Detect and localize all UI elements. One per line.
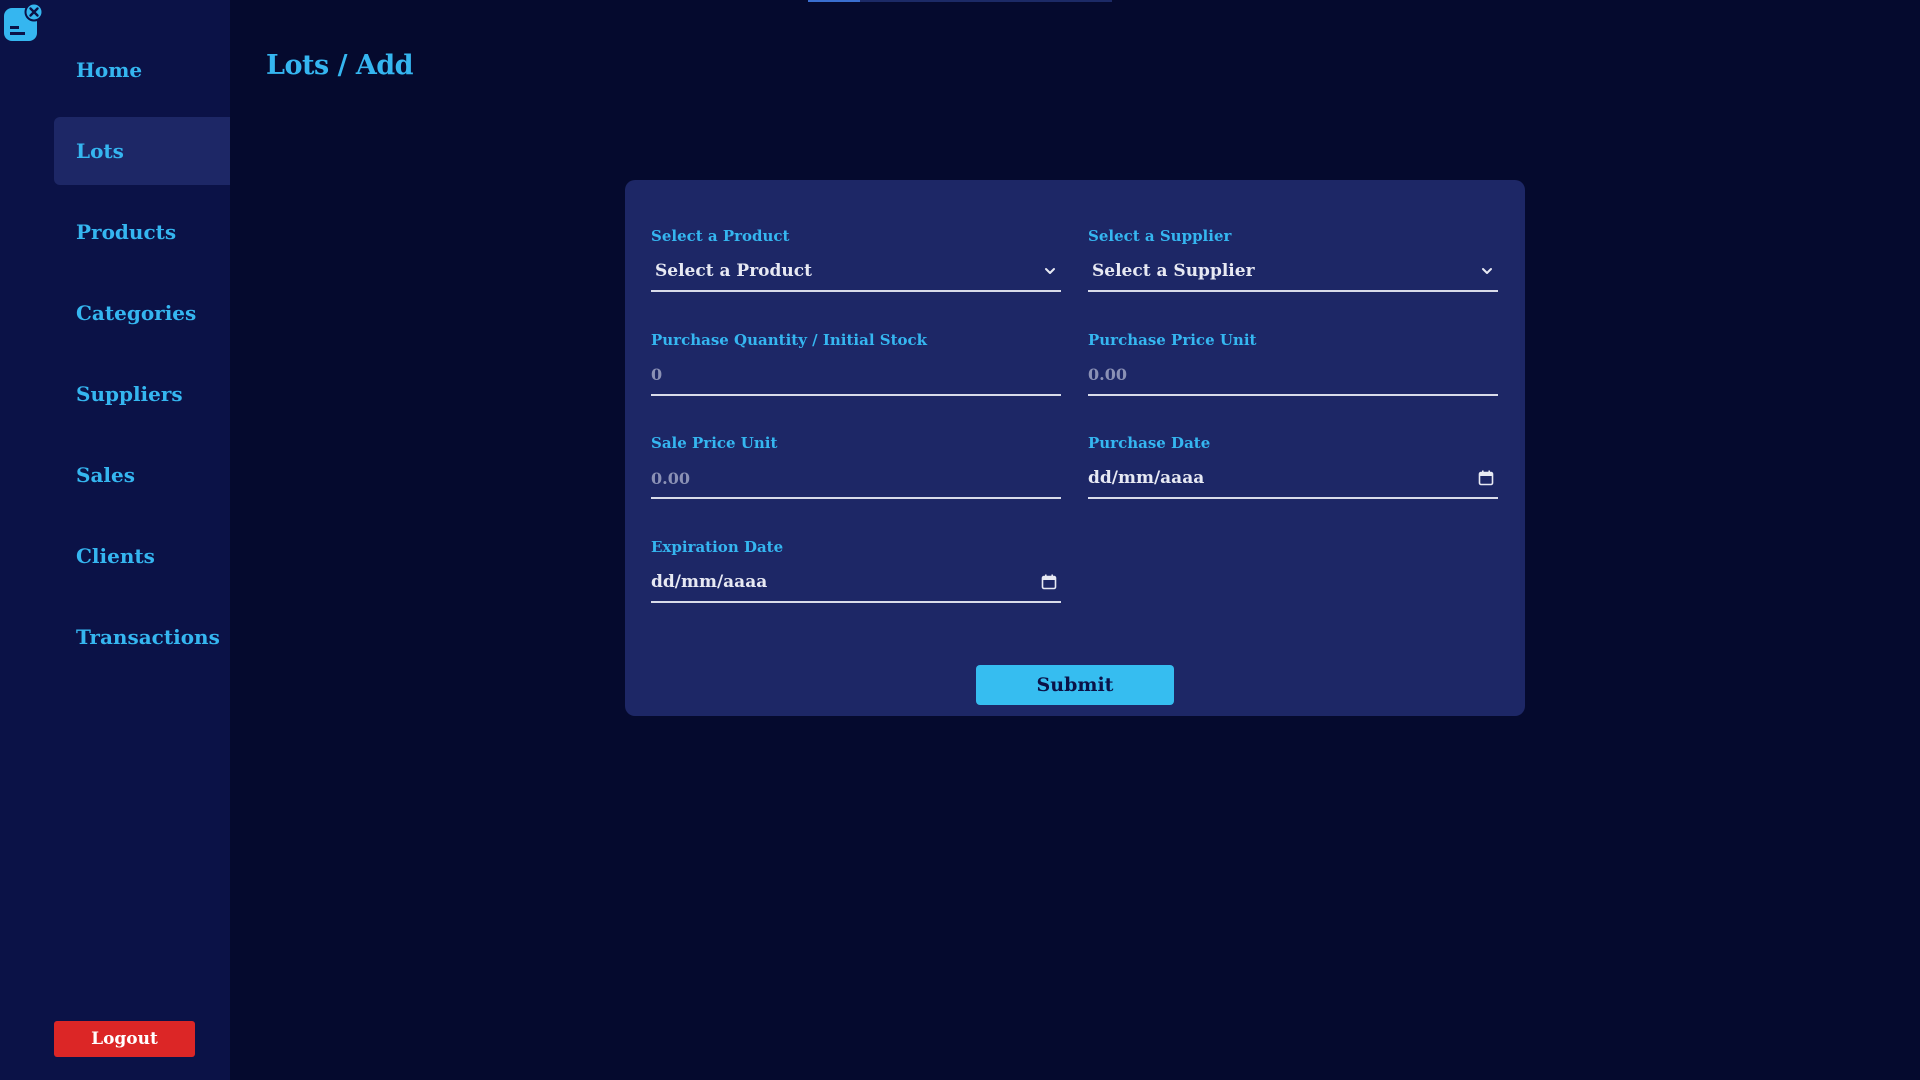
product-label: Select a Product <box>651 227 790 245</box>
chevron-down-icon <box>1045 268 1055 274</box>
sidebar-item-home[interactable]: Home <box>54 36 230 104</box>
sidebar-item-transactions[interactable]: Transactions <box>54 603 230 671</box>
product-select[interactable]: Select a Product <box>651 252 1061 292</box>
supplier-field: Select a Supplier Select a Supplier <box>1088 226 1498 330</box>
purchase-price-placeholder: 0.00 <box>1088 365 1127 384</box>
sidebar-item-sales[interactable]: Sales <box>54 441 230 509</box>
expiration-date-value: dd/mm/aaaa <box>651 571 768 592</box>
sidebar-item-lots[interactable]: Lots <box>54 117 230 185</box>
expiration-date-label: Expiration Date <box>651 537 784 556</box>
sidebar-item-label: Suppliers <box>76 382 183 406</box>
purchase-date-input[interactable]: dd/mm/aaaa <box>1088 459 1498 499</box>
sidebar-item-label: Home <box>76 58 143 82</box>
chevron-down-icon <box>1482 268 1492 274</box>
purchase-price-label: Purchase Price Unit <box>1088 330 1257 349</box>
calendar-icon[interactable] <box>1041 574 1057 590</box>
sidebar-nav: Home Lots Products Categories Suppliers … <box>54 36 230 684</box>
calendar-icon[interactable] <box>1478 470 1494 486</box>
purchase-price-input[interactable]: 0.00 <box>1088 356 1498 396</box>
sidebar-item-label: Transactions <box>76 625 220 649</box>
sale-price-input[interactable]: 0.00 <box>651 459 1061 499</box>
sidebar-item-label: Products <box>76 220 177 244</box>
product-select-value: Select a Product <box>655 261 812 281</box>
sidebar-item-categories[interactable]: Categories <box>54 279 230 347</box>
close-sidebar-icon[interactable] <box>4 2 42 42</box>
sidebar-item-products[interactable]: Products <box>54 198 230 266</box>
quantity-field: Purchase Quantity / Initial Stock 0 <box>651 330 1061 434</box>
logout-button[interactable]: Logout <box>54 1021 195 1057</box>
expiration-date-input[interactable]: dd/mm/aaaa <box>651 563 1061 603</box>
sale-price-label: Sale Price Unit <box>651 434 778 452</box>
sidebar-item-clients[interactable]: Clients <box>54 522 230 590</box>
page-title: Lots / Add <box>266 50 414 81</box>
sidebar-item-label: Lots <box>76 139 124 163</box>
purchase-date-label: Purchase Date <box>1088 434 1211 452</box>
app-window: Home Lots Products Categories Suppliers … <box>0 0 1920 1080</box>
supplier-select[interactable]: Select a Supplier <box>1088 252 1498 292</box>
submit-row: Submit <box>651 665 1499 705</box>
sale-price-field: Sale Price Unit 0.00 <box>651 433 1061 537</box>
sidebar-item-label: Clients <box>76 544 155 568</box>
quantity-input[interactable]: 0 <box>651 356 1061 396</box>
quantity-placeholder: 0 <box>651 365 663 384</box>
supplier-label: Select a Supplier <box>1088 227 1232 245</box>
supplier-select-value: Select a Supplier <box>1092 261 1255 281</box>
submit-button[interactable]: Submit <box>976 665 1174 705</box>
top-loading-bar-fill <box>808 0 860 2</box>
add-lot-form: Select a Product Select a Product Select… <box>625 180 1525 716</box>
purchase-date-value: dd/mm/aaaa <box>1088 468 1205 488</box>
sidebar-item-suppliers[interactable]: Suppliers <box>54 360 230 428</box>
product-field: Select a Product Select a Product <box>651 226 1061 330</box>
purchase-price-field: Purchase Price Unit 0.00 <box>1088 330 1498 434</box>
sidebar: Home Lots Products Categories Suppliers … <box>0 0 230 1080</box>
purchase-date-field: Purchase Date dd/mm/aaaa <box>1088 433 1498 537</box>
top-loading-bar <box>808 0 1112 2</box>
quantity-label: Purchase Quantity / Initial Stock <box>651 330 928 349</box>
sale-price-placeholder: 0.00 <box>651 468 690 488</box>
expiration-date-field: Expiration Date dd/mm/aaaa <box>651 537 1061 641</box>
sidebar-item-label: Categories <box>76 301 197 325</box>
form-grid: Select a Product Select a Product Select… <box>651 226 1499 640</box>
sidebar-item-label: Sales <box>76 463 135 487</box>
